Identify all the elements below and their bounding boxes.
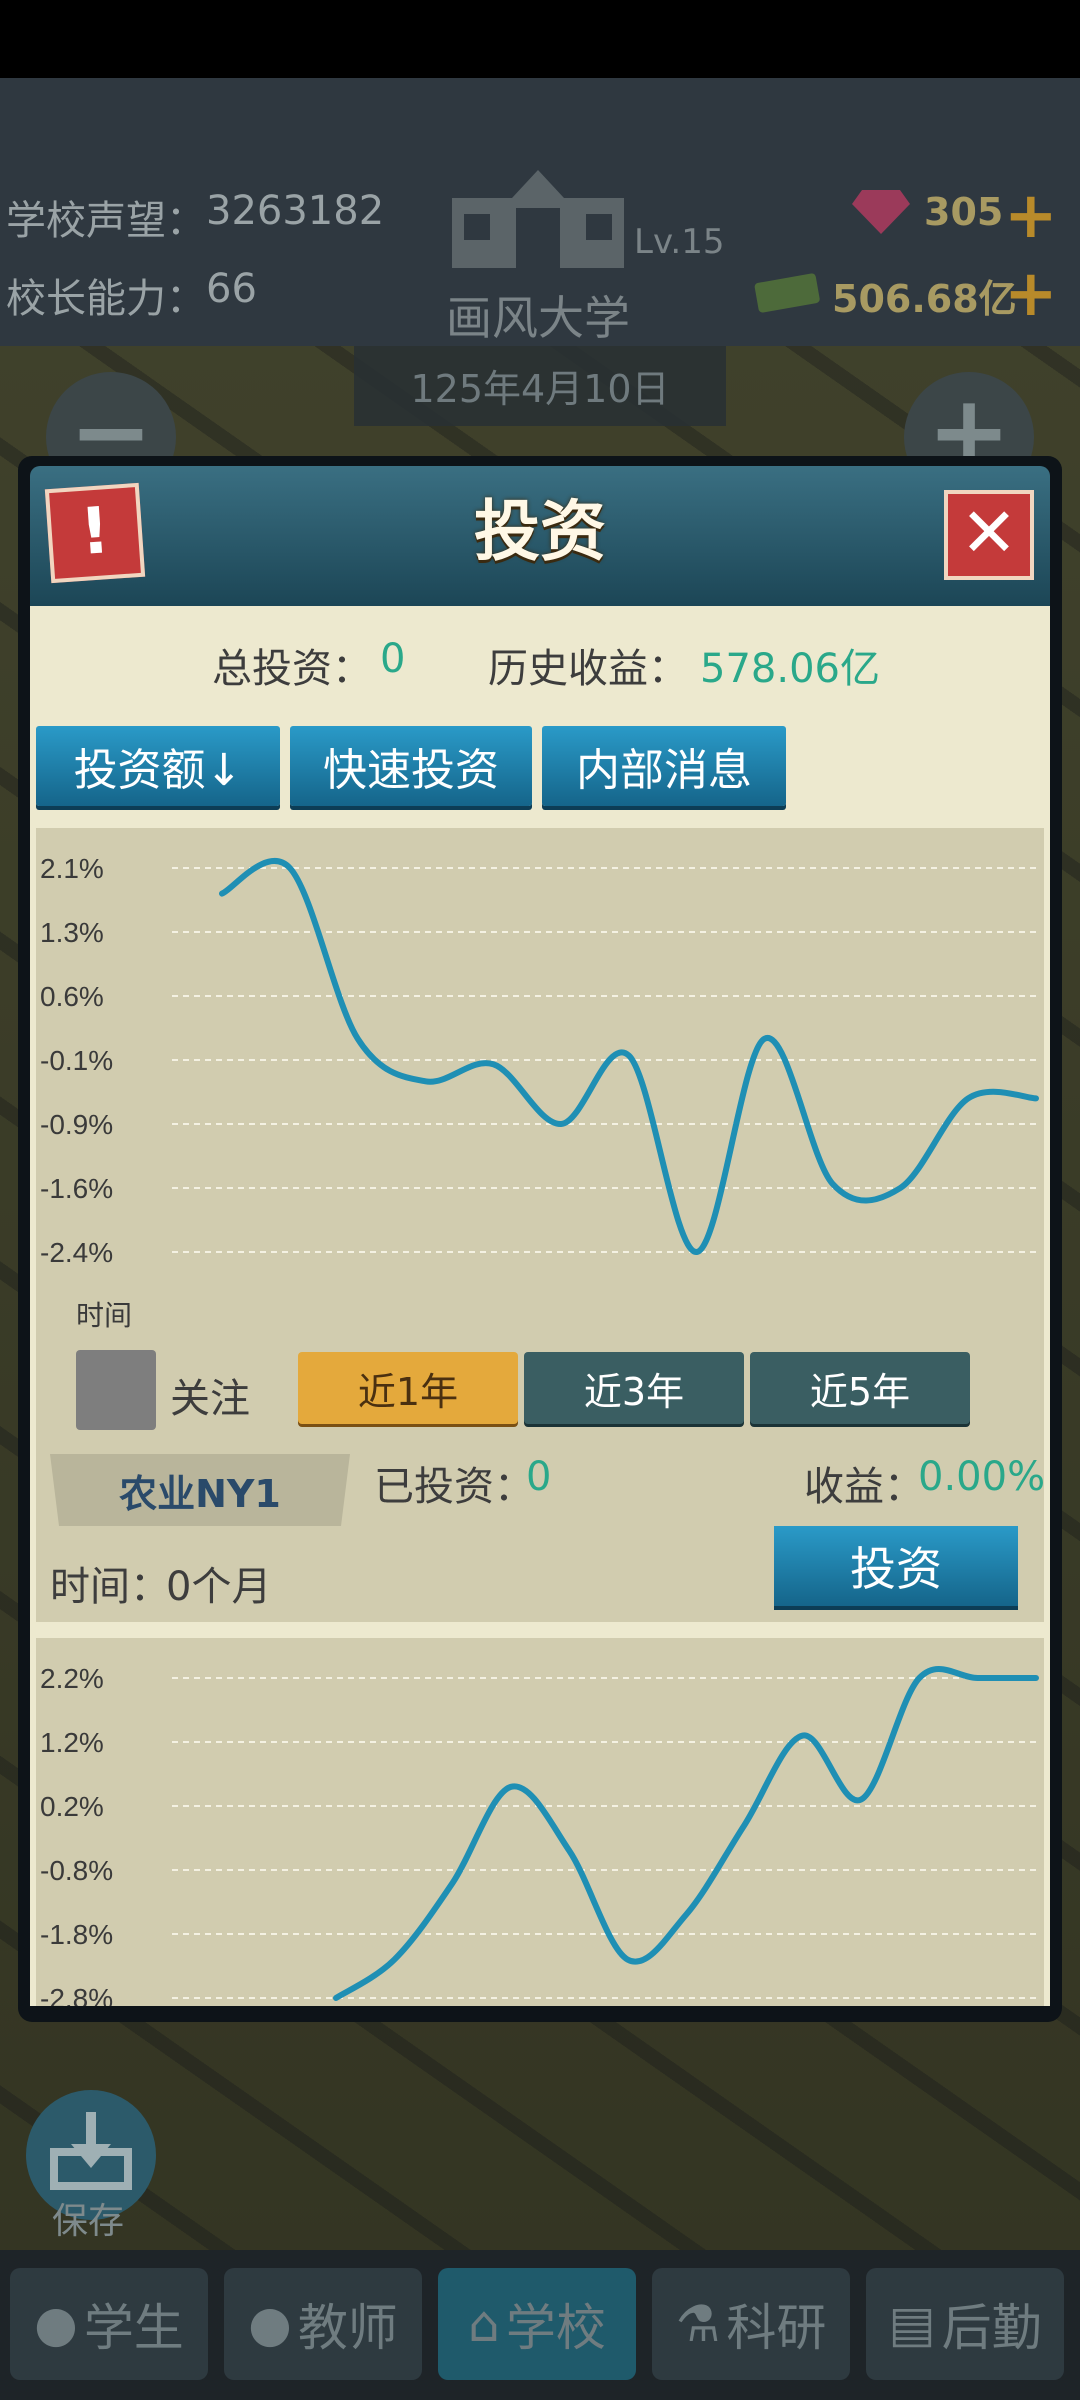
- total-invest-value: 0: [380, 636, 406, 682]
- ability-label: 校长能力：: [6, 276, 206, 322]
- y-tick-label: 0.2%: [40, 1791, 104, 1822]
- time-value: 0个月: [166, 1564, 272, 1610]
- clipboard-icon: ▤: [888, 2295, 936, 2353]
- total-invest-label: 总投资：: [212, 646, 372, 692]
- fund-chart-2: 2.2% 1.2% 0.2% -0.8% -1.8% -2.8%: [40, 1663, 1039, 2006]
- tab-quick-invest[interactable]: 快速投资: [290, 726, 532, 806]
- tab-invest-amount[interactable]: 投资额↓: [36, 726, 280, 806]
- y-tick-label: 1.3%: [40, 917, 104, 948]
- student-icon: ●: [34, 2295, 78, 2353]
- add-money-button[interactable]: +: [1004, 262, 1058, 326]
- range-3-years[interactable]: 近3年: [524, 1352, 744, 1424]
- fund-name: 农业NY1: [50, 1454, 350, 1526]
- status-bar: [0, 0, 1080, 78]
- gem-icon: [852, 190, 910, 234]
- invested-value: 0: [526, 1454, 552, 1500]
- close-icon[interactable]: ✕: [944, 490, 1034, 580]
- follow-label: 关注: [170, 1376, 250, 1422]
- reputation-value: 3263182: [206, 188, 385, 234]
- flask-icon: ⚗: [675, 2295, 721, 2353]
- invest-button[interactable]: 投资: [774, 1526, 1018, 1606]
- school-level: Lv.15: [634, 222, 725, 262]
- fund-chart-1: 2.1%1.3%0.6%-0.1%-0.9%-1.6%-2.4%124年6月12…: [40, 853, 1039, 1268]
- nav-research[interactable]: ⚗ 科研: [652, 2268, 850, 2380]
- save-label: 保存: [52, 2201, 125, 2242]
- y-tick-label: 1.2%: [40, 1727, 104, 1758]
- nav-school[interactable]: ⌂ 学校: [438, 2268, 636, 2380]
- y-tick-label: -0.1%: [40, 1045, 113, 1076]
- add-gems-button[interactable]: +: [1004, 184, 1058, 248]
- ability-value: 66: [206, 266, 257, 312]
- tab-insider-news[interactable]: 内部消息: [542, 726, 786, 806]
- gem-count: 305: [924, 190, 1004, 234]
- reputation-label: 学校声望：: [6, 198, 206, 244]
- income-value: 0.00%: [918, 1454, 1046, 1500]
- school-name: 画风大学: [446, 291, 630, 345]
- y-tick-label: 0.6%: [40, 981, 104, 1012]
- history-income-value: 578.06亿: [700, 646, 880, 692]
- y-tick-label: -1.6%: [40, 1173, 113, 1204]
- school-building-icon: [452, 170, 624, 270]
- range-1-year[interactable]: 近1年: [298, 1352, 518, 1424]
- nav-teachers[interactable]: ● 教师: [224, 2268, 422, 2380]
- series-line: [333, 1666, 1039, 2001]
- y-tick-label: -1.8%: [40, 1919, 113, 1950]
- game-date: 125年4月10日: [410, 367, 670, 411]
- income-label: 收益：: [804, 1464, 924, 1510]
- y-tick-label: 2.2%: [40, 1663, 104, 1694]
- series-line: [219, 858, 1039, 1255]
- money-amount: 506.68亿: [832, 277, 1017, 321]
- range-5-years[interactable]: 近5年: [750, 1352, 970, 1424]
- y-tick-label: -0.9%: [40, 1109, 113, 1140]
- y-tick-label: 2.1%: [40, 853, 104, 884]
- school-icon: ⌂: [468, 2295, 500, 2353]
- modal-title: 投资: [474, 493, 606, 570]
- time-label: 时间：: [50, 1564, 170, 1610]
- invested-label: 已投资：: [374, 1464, 534, 1510]
- teacher-icon: ●: [248, 2295, 292, 2353]
- y-tick-label: -2.8%: [40, 1983, 113, 2006]
- x-axis-title: 时间: [76, 1299, 133, 1332]
- follow-checkbox[interactable]: [76, 1350, 156, 1430]
- cash-icon: [752, 270, 822, 314]
- alert-icon[interactable]: !: [44, 482, 146, 584]
- y-tick-label: -0.8%: [40, 1855, 113, 1886]
- y-tick-label: -2.4%: [40, 1237, 113, 1268]
- history-income-label: 历史收益：: [488, 646, 688, 692]
- nav-logistics[interactable]: ▤ 后勤: [866, 2268, 1064, 2380]
- nav-students[interactable]: ● 学生: [10, 2268, 208, 2380]
